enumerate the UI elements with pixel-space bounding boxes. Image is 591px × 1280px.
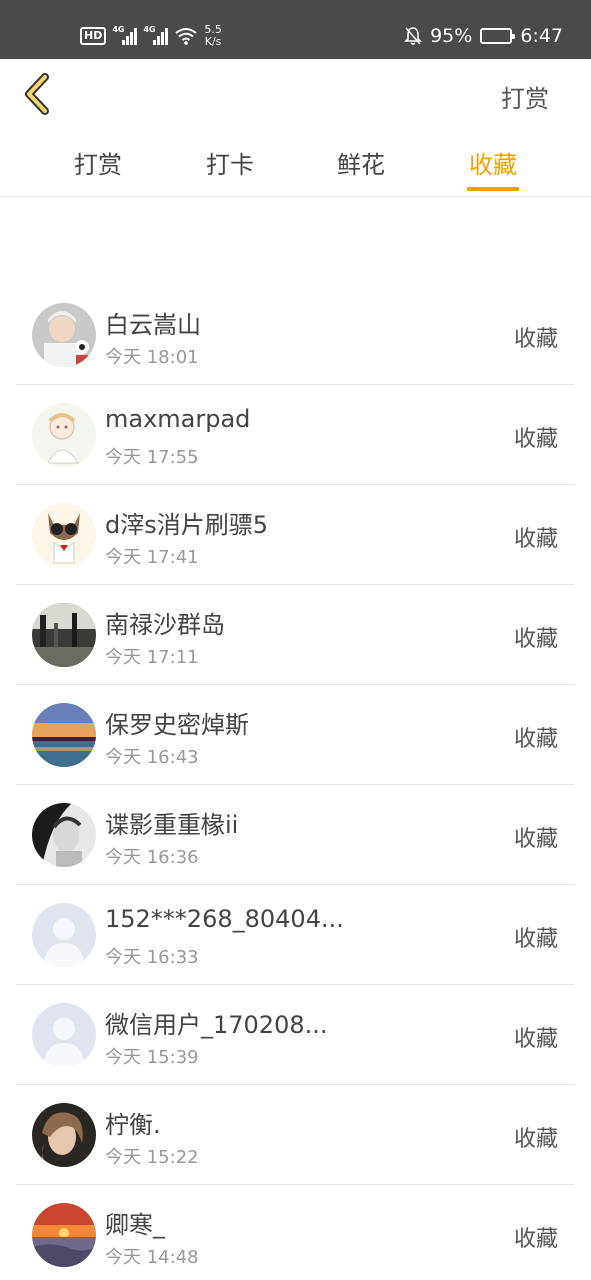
tab-active-indicator (467, 187, 519, 191)
network-speed: 5.5 K/s (204, 23, 222, 48)
top-header: 打赏 (0, 59, 591, 133)
list-item[interactable]: 微信用户_170208... 今天 15:39 收藏 (16, 985, 574, 1085)
user-name: 谍影重重椽ii (105, 811, 239, 839)
action-label: 收藏 (513, 1127, 558, 1152)
timestamp: 今天 18:01 (105, 347, 199, 368)
user-name: maxmarpad (105, 405, 251, 433)
list-item[interactable]: d滓s消片刷骠5 今天 17:41 收藏 (16, 485, 574, 585)
avatar[interactable] (32, 1203, 96, 1267)
action-label: 收藏 (513, 627, 558, 652)
tab-flowers[interactable]: 鲜花 (321, 145, 401, 180)
bell-off-icon (404, 27, 423, 45)
avatar[interactable] (32, 603, 96, 667)
timestamp: 今天 16:36 (105, 847, 199, 868)
status-right: 95% 6:47 (404, 22, 563, 50)
timestamp: 今天 17:55 (105, 447, 199, 468)
list-item[interactable]: 柠衡. 今天 15:22 收藏 (16, 1085, 574, 1185)
favorites-list: 白云嵩山 今天 18:01 收藏 maxmarpad 今天 17:55 收藏 d… (16, 285, 574, 1280)
status-left: HD 4G 4G 5.5 K/s (80, 20, 222, 52)
list-item[interactable]: 保罗史密焯斯 今天 16:43 收藏 (16, 685, 574, 785)
list-item[interactable]: maxmarpad 今天 17:55 收藏 (16, 385, 574, 485)
user-name: 微信用户_170208... (105, 1011, 328, 1039)
action-label: 收藏 (513, 1227, 558, 1252)
action-label: 收藏 (513, 327, 558, 352)
signal-icon: 4G (112, 25, 138, 45)
timestamp: 今天 14:48 (105, 1247, 199, 1268)
user-name: 白云嵩山 (105, 311, 201, 339)
battery-icon (480, 28, 516, 44)
avatar[interactable] (32, 703, 96, 767)
hd-icon: HD (80, 27, 107, 45)
tab-reward[interactable]: 打赏 (58, 145, 138, 180)
timestamp: 今天 16:43 (105, 747, 199, 768)
user-name: d滓s消片刷骠5 (105, 511, 269, 539)
default-avatar[interactable] (32, 1003, 96, 1067)
action-label: 收藏 (513, 1027, 558, 1052)
timestamp: 今天 15:22 (105, 1147, 199, 1168)
user-name: 柠衡. (105, 1111, 161, 1139)
chevron-left-icon (25, 73, 49, 115)
list-item[interactable]: 白云嵩山 今天 18:01 收藏 (16, 285, 574, 385)
clock: 6:47 (520, 25, 563, 47)
tab-bar: 打赏 打卡 鲜花 收藏 (0, 133, 591, 197)
timestamp: 今天 17:41 (105, 547, 199, 568)
action-label: 收藏 (513, 527, 558, 552)
user-name: 南禄沙群岛 (105, 611, 225, 639)
header-action-reward[interactable]: 打赏 (501, 79, 549, 114)
back-button[interactable] (18, 71, 62, 119)
wifi-icon (175, 28, 197, 45)
signal-icon: 4G (143, 25, 169, 45)
user-name: 152***268_80404... (105, 905, 344, 933)
timestamp: 今天 16:33 (105, 947, 199, 968)
list-item[interactable]: 卿寒_ 今天 14:48 收藏 (16, 1185, 574, 1280)
list-item[interactable]: 152***268_80404... 今天 16:33 收藏 (16, 885, 574, 985)
timestamp: 今天 17:11 (105, 647, 199, 668)
avatar[interactable] (32, 303, 96, 367)
avatar[interactable] (32, 803, 96, 867)
avatar[interactable] (32, 403, 96, 467)
avatar[interactable] (32, 1103, 96, 1167)
status-bar: HD 4G 4G 5.5 K/s 95% 6:47 (0, 0, 591, 59)
user-name: 保罗史密焯斯 (105, 711, 249, 739)
battery-percent: 95% (430, 25, 473, 47)
avatar[interactable] (32, 503, 96, 567)
default-avatar[interactable] (32, 903, 96, 967)
list-item[interactable]: 南禄沙群岛 今天 17:11 收藏 (16, 585, 574, 685)
list-item[interactable]: 谍影重重椽ii 今天 16:36 收藏 (16, 785, 574, 885)
timestamp: 今天 15:39 (105, 1047, 199, 1068)
tab-favorites[interactable]: 收藏 (453, 145, 533, 180)
user-name: 卿寒_ (105, 1211, 165, 1239)
action-label: 收藏 (513, 727, 558, 752)
tab-checkin[interactable]: 打卡 (190, 145, 270, 180)
action-label: 收藏 (513, 827, 558, 852)
action-label: 收藏 (513, 427, 558, 452)
action-label: 收藏 (513, 927, 558, 952)
